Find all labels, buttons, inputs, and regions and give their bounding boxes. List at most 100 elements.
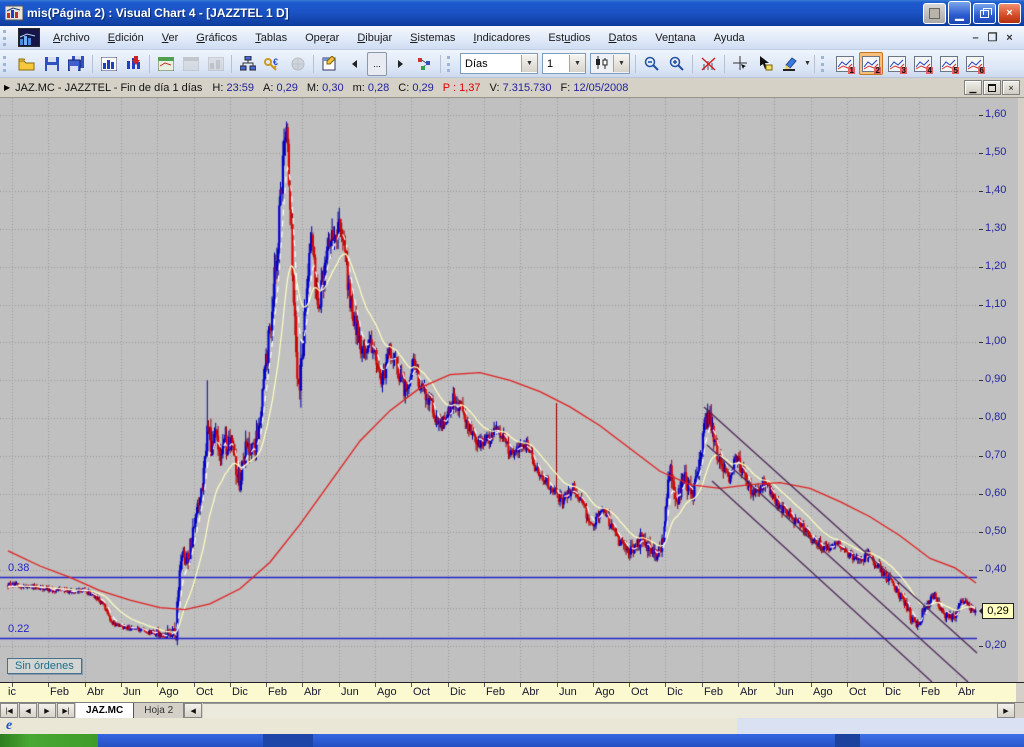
y-tick-mark [979, 456, 983, 457]
tray-window-button[interactable] [923, 3, 946, 24]
child-minimize-button[interactable]: – [967, 32, 984, 44]
y-tick-mark [979, 115, 983, 116]
toolbar-grip[interactable] [821, 56, 829, 72]
save-all-button[interactable] [64, 52, 89, 76]
menu-item-ayuda[interactable]: Ayuda [705, 29, 754, 47]
chart-slot-button-6[interactable]: 6 [963, 52, 987, 75]
menu-item-sistemas[interactable]: Sistemas [401, 29, 464, 47]
chart-maximize-button[interactable] [983, 80, 1001, 95]
scroll-left-button[interactable] [342, 52, 367, 76]
hscroll-right-button[interactable]: ▶ [997, 703, 1015, 718]
pointer-note-button[interactable] [753, 52, 778, 76]
x-tick-label: Dic [667, 686, 683, 698]
minimize-button[interactable]: ▁ [948, 1, 971, 25]
child-window-icon[interactable] [18, 28, 40, 47]
next-sheet-button[interactable]: ▶ [38, 703, 56, 718]
chart-slot-button-5[interactable]: 5 [937, 52, 961, 75]
child-close-button[interactable]: × [1001, 32, 1018, 44]
save-button[interactable] [39, 52, 64, 76]
y-tick-mark [979, 380, 983, 381]
start-button[interactable] [0, 734, 98, 747]
x-tick-label: Abr [304, 686, 321, 698]
menu-item-ver[interactable]: Ver [153, 29, 188, 47]
chart-slot-button-2[interactable]: 2 [859, 52, 883, 75]
table-view-button-disabled [178, 52, 203, 76]
tab-jaz-mc[interactable]: JAZ.MC [76, 703, 134, 718]
menu-item-ventana[interactable]: Ventana [646, 29, 704, 47]
interval-dots-button[interactable]: ... [367, 52, 387, 76]
compression-combobox[interactable]: 1 ▼ [542, 53, 586, 74]
y-tick-mark [979, 267, 983, 268]
last-sheet-button[interactable]: ▶| [57, 703, 75, 718]
menu-item-tablas[interactable]: Tablas [246, 29, 296, 47]
object-links-button[interactable] [412, 52, 437, 76]
zoom-in-button[interactable] [664, 52, 689, 76]
chart-slot-button-3[interactable]: 3 [885, 52, 909, 75]
zoom-out-button[interactable] [639, 52, 664, 76]
scroll-right-button[interactable] [387, 52, 412, 76]
price-chart-canvas[interactable] [0, 98, 978, 682]
chevron-down-icon[interactable]: ▼ [569, 55, 585, 72]
horizontal-scrollbar[interactable] [203, 703, 997, 718]
properties-button[interactable] [317, 52, 342, 76]
toolbar-grip[interactable] [3, 30, 11, 46]
new-table-button[interactable] [153, 52, 178, 76]
chevron-down-icon[interactable]: ▼ [521, 55, 537, 72]
chart-slot-button-4[interactable]: 4 [911, 52, 935, 75]
x-tick-mark [375, 683, 376, 687]
menu-item-archivo[interactable]: Archivo [44, 29, 99, 47]
menu-item-datos[interactable]: Datos [600, 29, 647, 47]
chart-minimize-button[interactable]: ▁ [964, 80, 982, 95]
y-tick-label: 1,00 [985, 335, 1006, 347]
crosshair-pointer-button[interactable] [728, 52, 753, 76]
menu-item-estudios[interactable]: Estudios [539, 29, 599, 47]
draw-marker-button[interactable] [778, 52, 803, 76]
time-axis[interactable]: icFebAbrJunAgoOctDicFebAbrJunAgoOctDicFe… [0, 682, 1024, 702]
menu-item-edición[interactable]: Edición [99, 29, 153, 47]
taskbar-button[interactable] [263, 734, 313, 747]
prev-sheet-button[interactable]: ◀ [19, 703, 37, 718]
menu-item-dibujar[interactable]: Dibujar [348, 29, 401, 47]
toolbar-grip[interactable] [3, 56, 11, 72]
x-tick-label: Oct [631, 686, 648, 698]
taskbar-button[interactable] [835, 734, 860, 747]
period-combobox[interactable]: Días ▼ [460, 53, 538, 74]
chevron-down-icon[interactable]: ▼ [804, 60, 811, 67]
first-sheet-button[interactable]: |◀ [0, 703, 18, 718]
open-file-button[interactable] [14, 52, 39, 76]
child-restore-button[interactable]: ❒ [984, 31, 1001, 44]
app-icon [5, 5, 23, 21]
x-tick-mark [194, 683, 195, 687]
quote-field: H: 23:59 [212, 82, 254, 94]
menu-item-operar[interactable]: Operar [296, 29, 348, 47]
restore-button[interactable] [973, 3, 996, 24]
y-tick-mark [979, 646, 983, 647]
chevron-down-icon[interactable]: ▼ [613, 55, 629, 72]
hscroll-left-button[interactable]: ◀ [184, 703, 202, 718]
chart-style-combobox[interactable]: ▼ [590, 53, 630, 74]
quote-field: F: 12/05/2008 [561, 82, 629, 94]
menu-item-indicadores[interactable]: Indicadores [464, 29, 539, 47]
price-axis[interactable]: 1,601,501,401,301,201,101,000,900,800,70… [978, 98, 1018, 682]
x-tick-mark [302, 683, 303, 687]
new-chart-button[interactable] [96, 52, 121, 76]
quote-field: P : 1,37 [443, 82, 481, 94]
x-tick-label: Oct [413, 686, 430, 698]
insert-bars-button[interactable] [121, 52, 146, 76]
expand-arrow-icon[interactable]: ▶ [4, 83, 10, 92]
market-tree-button[interactable] [235, 52, 260, 76]
menu-item-gráficos[interactable]: Gráficos [187, 29, 246, 47]
chart-close-button[interactable]: × [1002, 80, 1020, 95]
x-tick-label: Feb [50, 686, 69, 698]
x-tick-mark [956, 683, 957, 687]
internet-explorer-icon[interactable]: e [6, 719, 21, 733]
toolbar-grip[interactable] [447, 56, 455, 72]
chart-slot-button-1[interactable]: 1 [833, 52, 857, 75]
currency-key-button[interactable]: € [260, 52, 285, 76]
tab-hoja-2[interactable]: Hoja 2 [134, 703, 184, 718]
windows-taskbar [0, 734, 1024, 747]
x-tick-mark [411, 683, 412, 687]
close-button[interactable]: × [998, 3, 1021, 24]
no-orders-badge: Sin órdenes [7, 658, 82, 674]
hide-chart-button[interactable] [696, 52, 721, 76]
